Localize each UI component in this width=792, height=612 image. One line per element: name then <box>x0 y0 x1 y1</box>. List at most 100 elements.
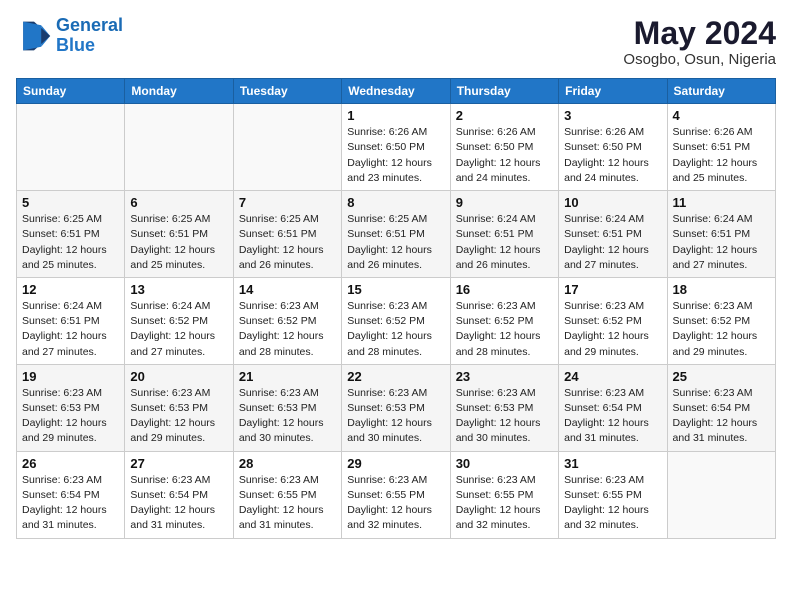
day-number: 11 <box>673 195 770 210</box>
day-number: 10 <box>564 195 661 210</box>
day-number: 18 <box>673 282 770 297</box>
logo: General Blue <box>16 16 123 56</box>
calendar-cell: 4Sunrise: 6:26 AM Sunset: 6:51 PM Daylig… <box>667 104 775 191</box>
day-number: 13 <box>130 282 227 297</box>
calendar-cell: 15 Sunrise: 6:23 AM Sunset: 6:52 PM Dayli… <box>342 277 450 364</box>
calendar-cell: 13 Sunrise: 6:24 AM Sunset: 6:52 PM Dayli… <box>125 277 233 364</box>
calendar-table: SundayMondayTuesdayWednesdayThursdayFrid… <box>16 78 776 538</box>
day-info: Sunrise: 6:23 AM Sunset: 6:52 PM Dayligh… <box>673 299 770 360</box>
day-number: 25 <box>673 369 770 384</box>
day-of-week-header: Thursday <box>450 79 558 104</box>
calendar-cell: 27Sunrise: 6:23 AM Sunset: 6:54 PM Dayli… <box>125 451 233 538</box>
calendar-cell: 5Sunrise: 6:25 AM Sunset: 6:51 PM Daylig… <box>17 191 125 278</box>
day-number: 12 <box>22 282 119 297</box>
day-number: 2 <box>456 108 553 123</box>
calendar-cell: 2 Sunrise: 6:26 AM Sunset: 6:50 PM Daylig… <box>450 104 558 191</box>
calendar-cell: 25 Sunrise: 6:23 AM Sunset: 6:54 PM Dayli… <box>667 364 775 451</box>
day-info: Sunrise: 6:26 AM Sunset: 6:51 PM Dayligh… <box>673 125 770 186</box>
day-number: 28 <box>239 456 336 471</box>
calendar-cell <box>667 451 775 538</box>
day-info: Sunrise: 6:24 AM Sunset: 6:51 PM Dayligh… <box>456 212 553 273</box>
day-info: Sunrise: 6:23 AM Sunset: 6:55 PM Dayligh… <box>347 473 444 534</box>
day-number: 3 <box>564 108 661 123</box>
day-info: Sunrise: 6:23 AM Sunset: 6:52 PM Dayligh… <box>239 299 336 360</box>
calendar-cell: 3 Sunrise: 6:26 AM Sunset: 6:50 PM Daylig… <box>559 104 667 191</box>
calendar-week-row: 12 Sunrise: 6:24 AM Sunset: 6:51 PM Dayli… <box>17 277 776 364</box>
day-number: 29 <box>347 456 444 471</box>
calendar-cell: 24Sunrise: 6:23 AM Sunset: 6:54 PM Dayli… <box>559 364 667 451</box>
logo-general: General <box>56 15 123 35</box>
calendar-week-row: 26Sunrise: 6:23 AM Sunset: 6:54 PM Dayli… <box>17 451 776 538</box>
day-number: 15 <box>347 282 444 297</box>
day-of-week-header: Friday <box>559 79 667 104</box>
day-number: 8 <box>347 195 444 210</box>
day-info: Sunrise: 6:26 AM Sunset: 6:50 PM Dayligh… <box>456 125 553 186</box>
calendar-cell: 17Sunrise: 6:23 AM Sunset: 6:52 PM Dayli… <box>559 277 667 364</box>
logo-icon <box>16 18 52 54</box>
day-number: 14 <box>239 282 336 297</box>
day-number: 20 <box>130 369 227 384</box>
calendar-cell <box>17 104 125 191</box>
day-info: Sunrise: 6:24 AM Sunset: 6:51 PM Dayligh… <box>564 212 661 273</box>
day-info: Sunrise: 6:25 AM Sunset: 6:51 PM Dayligh… <box>347 212 444 273</box>
calendar-cell: 18 Sunrise: 6:23 AM Sunset: 6:52 PM Dayli… <box>667 277 775 364</box>
day-number: 16 <box>456 282 553 297</box>
day-info: Sunrise: 6:25 AM Sunset: 6:51 PM Dayligh… <box>130 212 227 273</box>
day-info: Sunrise: 6:24 AM Sunset: 6:51 PM Dayligh… <box>22 299 119 360</box>
calendar-cell: 10 Sunrise: 6:24 AM Sunset: 6:51 PM Dayli… <box>559 191 667 278</box>
day-info: Sunrise: 6:24 AM Sunset: 6:51 PM Dayligh… <box>673 212 770 273</box>
day-number: 1 <box>347 108 444 123</box>
calendar-cell: 28 Sunrise: 6:23 AM Sunset: 6:55 PM Dayli… <box>233 451 341 538</box>
day-info: Sunrise: 6:26 AM Sunset: 6:50 PM Dayligh… <box>564 125 661 186</box>
day-info: Sunrise: 6:23 AM Sunset: 6:52 PM Dayligh… <box>456 299 553 360</box>
location: Osogbo, Osun, Nigeria <box>623 51 776 68</box>
calendar-cell: 14 Sunrise: 6:23 AM Sunset: 6:52 PM Dayli… <box>233 277 341 364</box>
day-number: 22 <box>347 369 444 384</box>
day-number: 26 <box>22 456 119 471</box>
day-info: Sunrise: 6:23 AM Sunset: 6:53 PM Dayligh… <box>22 386 119 447</box>
calendar-cell: 31Sunrise: 6:23 AM Sunset: 6:55 PM Dayli… <box>559 451 667 538</box>
month-year: May 2024 <box>623 16 776 51</box>
day-of-week-header: Sunday <box>17 79 125 104</box>
day-number: 27 <box>130 456 227 471</box>
day-info: Sunrise: 6:23 AM Sunset: 6:54 PM Dayligh… <box>673 386 770 447</box>
day-info: Sunrise: 6:23 AM Sunset: 6:52 PM Dayligh… <box>347 299 444 360</box>
day-info: Sunrise: 6:23 AM Sunset: 6:53 PM Dayligh… <box>456 386 553 447</box>
day-number: 9 <box>456 195 553 210</box>
day-info: Sunrise: 6:23 AM Sunset: 6:55 PM Dayligh… <box>456 473 553 534</box>
title-block: May 2024 Osogbo, Osun, Nigeria <box>623 16 776 68</box>
calendar-cell: 21 Sunrise: 6:23 AM Sunset: 6:53 PM Dayli… <box>233 364 341 451</box>
day-of-week-header: Monday <box>125 79 233 104</box>
day-of-week-header: Tuesday <box>233 79 341 104</box>
calendar-cell: 29 Sunrise: 6:23 AM Sunset: 6:55 PM Dayli… <box>342 451 450 538</box>
day-info: Sunrise: 6:23 AM Sunset: 6:53 PM Dayligh… <box>347 386 444 447</box>
day-number: 24 <box>564 369 661 384</box>
calendar-cell: 20 Sunrise: 6:23 AM Sunset: 6:53 PM Dayli… <box>125 364 233 451</box>
calendar-cell: 1 Sunrise: 6:26 AM Sunset: 6:50 PM Daylig… <box>342 104 450 191</box>
calendar-week-row: 19 Sunrise: 6:23 AM Sunset: 6:53 PM Dayli… <box>17 364 776 451</box>
day-of-week-header: Wednesday <box>342 79 450 104</box>
calendar-cell: 7Sunrise: 6:25 AM Sunset: 6:51 PM Daylig… <box>233 191 341 278</box>
calendar-cell: 22 Sunrise: 6:23 AM Sunset: 6:53 PM Dayli… <box>342 364 450 451</box>
day-number: 17 <box>564 282 661 297</box>
day-number: 21 <box>239 369 336 384</box>
day-number: 30 <box>456 456 553 471</box>
day-number: 5 <box>22 195 119 210</box>
calendar-cell: 11 Sunrise: 6:24 AM Sunset: 6:51 PM Dayli… <box>667 191 775 278</box>
day-info: Sunrise: 6:23 AM Sunset: 6:53 PM Dayligh… <box>239 386 336 447</box>
day-info: Sunrise: 6:24 AM Sunset: 6:52 PM Dayligh… <box>130 299 227 360</box>
calendar-week-row: 1 Sunrise: 6:26 AM Sunset: 6:50 PM Daylig… <box>17 104 776 191</box>
day-info: Sunrise: 6:23 AM Sunset: 6:53 PM Dayligh… <box>130 386 227 447</box>
calendar-cell: 9 Sunrise: 6:24 AM Sunset: 6:51 PM Daylig… <box>450 191 558 278</box>
calendar-cell <box>125 104 233 191</box>
day-number: 19 <box>22 369 119 384</box>
logo-blue: Blue <box>56 35 95 55</box>
day-number: 23 <box>456 369 553 384</box>
day-info: Sunrise: 6:23 AM Sunset: 6:55 PM Dayligh… <box>239 473 336 534</box>
calendar-cell: 12 Sunrise: 6:24 AM Sunset: 6:51 PM Dayli… <box>17 277 125 364</box>
calendar-cell: 26Sunrise: 6:23 AM Sunset: 6:54 PM Dayli… <box>17 451 125 538</box>
calendar-week-row: 5 Sunrise: 6:25 AM Sunset: 6:51 PM Daylig… <box>17 191 776 278</box>
calendar-header-row: SundayMondayTuesdayWednesdayThursdayFrid… <box>17 79 776 104</box>
day-number: 7 <box>239 195 336 210</box>
day-info: Sunrise: 6:26 AM Sunset: 6:50 PM Dayligh… <box>347 125 444 186</box>
